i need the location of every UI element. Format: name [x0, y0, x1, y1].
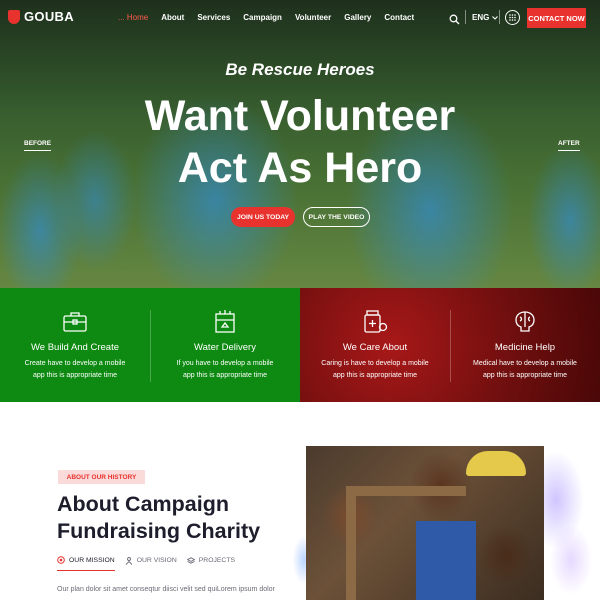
feature-title: We Build And Create — [30, 342, 119, 353]
shield-logo-icon — [8, 9, 20, 24]
medicine-bottle-icon — [364, 310, 388, 333]
headline-line-1: Want Volunteer — [144, 92, 456, 140]
brain-icon — [515, 311, 535, 332]
nav-item-about[interactable]: About — [161, 13, 184, 22]
about-children-photo — [306, 446, 544, 600]
feature-build-create[interactable]: We Build And Create Create have to devel… — [0, 288, 150, 402]
hero-headline: Want Volunteer Act As Hero — [0, 90, 600, 194]
about-tabs: OUR MISSION OUR VISION PROJECTS — [57, 556, 245, 571]
nav-item-home[interactable]: ... Home — [118, 13, 148, 22]
header-divider — [465, 10, 466, 24]
hero-tagline: Be Rescue Heroes — [225, 60, 375, 79]
logo-text: GOUBA — [24, 9, 74, 24]
nav-item-services[interactable]: Services — [197, 13, 230, 22]
language-label: ENG — [472, 13, 490, 22]
nav-item-volunteer[interactable]: Volunteer — [295, 13, 331, 22]
toolbox-icon — [63, 312, 87, 332]
feature-water-delivery[interactable]: Water Delivery If you have to develop a … — [150, 288, 300, 402]
water-delivery-icon — [215, 310, 235, 333]
after-slider-label[interactable]: AFTER — [558, 140, 580, 151]
chevron-down-icon — [492, 15, 499, 20]
layers-icon — [186, 556, 195, 564]
feature-we-care[interactable]: We Care About Caring is have to develop … — [300, 288, 450, 402]
main-nav: ... Home About Services Campaign Volunte… — [118, 13, 427, 22]
feature-desc: If you have to develop a mobile app this … — [176, 360, 274, 379]
headline-line-2: Act As Hero — [177, 144, 423, 192]
grid-menu-icon[interactable] — [505, 10, 520, 25]
feature-desc: Caring is have to develop a mobile app th… — [321, 360, 429, 379]
join-us-button[interactable]: JOIN US TODAY — [231, 207, 295, 227]
decorative-splash — [536, 440, 600, 600]
play-video-button[interactable]: PLAY THE VIDEO — [303, 207, 370, 227]
language-selector[interactable]: ENG — [472, 13, 499, 22]
feature-desc: Create have to develop a mobile app this … — [24, 360, 126, 379]
target-icon — [57, 556, 65, 564]
nav-item-gallery[interactable]: Gallery — [344, 13, 371, 22]
tab-our-mission[interactable]: OUR MISSION — [57, 556, 115, 571]
features-strip: We Build And Create Create have to devel… — [0, 288, 600, 402]
header-divider — [499, 10, 500, 24]
contact-now-button[interactable]: CONTACT NOW — [527, 8, 586, 28]
tab-projects[interactable]: PROJECTS — [186, 556, 235, 571]
tab-our-vision[interactable]: OUR VISION — [125, 556, 177, 571]
about-title: About Campaign Fundraising Charity — [57, 492, 261, 543]
features-red-panel: We Care About Caring is have to develop … — [300, 288, 600, 402]
nav-item-contact[interactable]: Contact — [384, 13, 414, 22]
feature-medicine-help[interactable]: Medicine Help Medical have to develop a … — [450, 288, 600, 402]
about-history-badge: ABOUT OUR HISTORY — [58, 470, 145, 484]
nav-item-campaign[interactable]: Campaign — [243, 13, 282, 22]
about-paragraph: Our plan dolor sit amet conseqtur diisci… — [57, 586, 275, 593]
hero-section: GOUBA ... Home About Services Campaign V… — [0, 0, 600, 288]
person-icon — [125, 556, 133, 565]
feature-title: Water Delivery — [194, 342, 256, 353]
search-icon[interactable] — [449, 12, 460, 25]
logo[interactable]: GOUBA — [8, 9, 74, 24]
before-slider-label[interactable]: BEFORE — [24, 140, 51, 151]
feature-title: We Care About — [342, 342, 408, 353]
feature-title: Medicine Help — [494, 342, 556, 353]
features-green-panel: We Build And Create Create have to devel… — [0, 288, 300, 402]
feature-desc: Medical have to develop a mobile app this… — [473, 360, 577, 379]
